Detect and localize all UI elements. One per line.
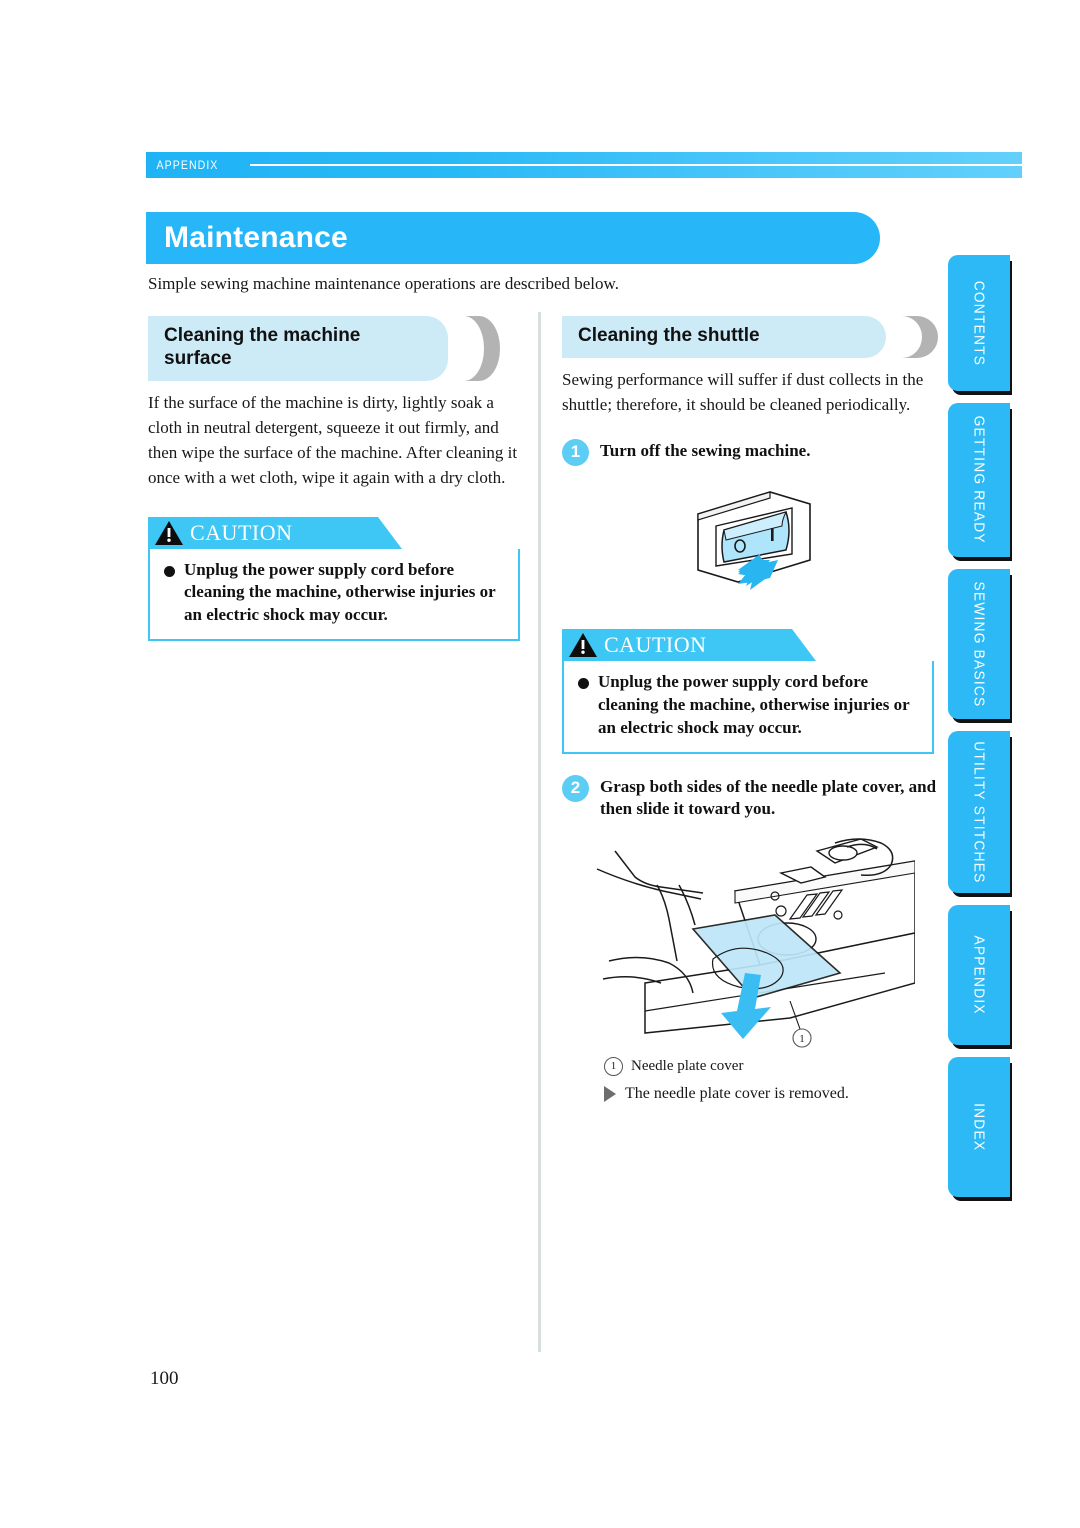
caution-box-right: CAUTION Unplug the power supply cord bef… bbox=[562, 628, 934, 754]
step-number: 1 bbox=[562, 438, 589, 466]
step-text: Turn off the sewing machine. bbox=[600, 440, 811, 460]
page-number: 100 bbox=[150, 1368, 179, 1389]
warning-triangle-icon bbox=[154, 520, 184, 546]
triangle-bullet-icon bbox=[604, 1085, 616, 1102]
side-tab-getting-ready[interactable]: GETTING READY bbox=[948, 403, 1010, 557]
svg-text:1: 1 bbox=[799, 1033, 805, 1045]
caution-header: CAUTION bbox=[148, 516, 402, 549]
caution-label: CAUTION bbox=[604, 631, 707, 657]
result-text: The needle plate cover is removed. bbox=[625, 1084, 849, 1102]
side-tab-label: APPENDIX bbox=[970, 935, 988, 1015]
caution-box-left: CAUTION Unplug the power supply cord bef… bbox=[148, 516, 520, 642]
side-tab-appendix[interactable]: APPENDIX bbox=[948, 905, 1010, 1045]
step-1: 1 Turn off the sewing machine. bbox=[562, 438, 938, 466]
header-rule bbox=[250, 164, 1022, 166]
left-body-text: If the surface of the machine is dirty, … bbox=[148, 392, 518, 487]
figure-callout: 1 Needle plate cover bbox=[562, 1056, 938, 1076]
caution-item: Unplug the power supply cord before clea… bbox=[162, 559, 506, 628]
power-switch-illustration bbox=[562, 478, 938, 603]
section-title: Cleaning the shuttle bbox=[578, 325, 760, 346]
section-header-bar: Cleaning the shuttle bbox=[562, 316, 886, 358]
caution-item: Unplug the power supply cord before clea… bbox=[576, 671, 920, 740]
right-body-text: Sewing performance will suffer if dust c… bbox=[562, 369, 924, 414]
left-column: Cleaning the machine surface If the surf… bbox=[148, 316, 526, 642]
page-title-bar: Maintenance bbox=[146, 212, 880, 264]
caution-label: CAUTION bbox=[190, 519, 293, 545]
side-tab-sewing-basics[interactable]: SEWING BASICS bbox=[948, 569, 1010, 719]
chapter-name: APPENDIX bbox=[156, 158, 219, 172]
step-number: 2 bbox=[562, 774, 589, 802]
section-crescent-white-icon bbox=[882, 316, 922, 358]
column-divider bbox=[538, 312, 541, 1352]
running-header: APPENDIX bbox=[146, 152, 1022, 178]
bullet-icon bbox=[164, 565, 175, 577]
warning-triangle-icon bbox=[568, 632, 598, 658]
right-column: Cleaning the shuttle Sewing performance … bbox=[562, 316, 938, 1103]
section-title: Cleaning the machine surface bbox=[164, 325, 361, 369]
caution-body: Unplug the power supply cord before clea… bbox=[148, 548, 520, 642]
callout-number: 1 bbox=[604, 1056, 623, 1076]
caution-item-text: Unplug the power supply cord before clea… bbox=[184, 559, 496, 625]
side-tab-label: GETTING READY bbox=[970, 415, 988, 545]
side-tab-label: UTILITY STITCHES bbox=[970, 740, 988, 884]
side-tab-utility-stitches[interactable]: UTILITY STITCHES bbox=[948, 731, 1010, 893]
section-header-cleaning-machine-surface: Cleaning the machine surface bbox=[148, 316, 526, 381]
side-tab-index[interactable]: INDEX bbox=[948, 1057, 1010, 1197]
caution-item-text: Unplug the power supply cord before clea… bbox=[598, 671, 910, 737]
needle-plate-cover-illustration: 1 bbox=[562, 833, 938, 1053]
section-header-bar: Cleaning the machine surface bbox=[148, 316, 448, 381]
caution-header: CAUTION bbox=[562, 628, 816, 661]
side-tab-label: INDEX bbox=[970, 1102, 988, 1152]
callout-label: Needle plate cover bbox=[631, 1057, 744, 1074]
side-tab-label: CONTENTS bbox=[970, 280, 988, 366]
intro-paragraph: Simple sewing machine maintenance operat… bbox=[148, 274, 619, 293]
page-title-banner: Maintenance bbox=[146, 212, 936, 316]
step-2: 2 Grasp both sides of the needle plate c… bbox=[562, 774, 938, 821]
side-tab-contents[interactable]: CONTENTS bbox=[948, 255, 1010, 391]
section-crescent-white-icon bbox=[444, 316, 484, 381]
page-title: Maintenance bbox=[164, 221, 348, 254]
bullet-icon bbox=[578, 677, 589, 689]
result-note: The needle plate cover is removed. bbox=[562, 1085, 938, 1103]
side-tab-label: SEWING BASICS bbox=[970, 581, 988, 707]
side-tab-navigation: CONTENTS GETTING READY SEWING BASICS UTI… bbox=[948, 255, 1010, 1209]
section-header-cleaning-shuttle: Cleaning the shuttle bbox=[562, 316, 938, 358]
step-text: Grasp both sides of the needle plate cov… bbox=[600, 776, 937, 819]
caution-body: Unplug the power supply cord before clea… bbox=[562, 660, 934, 754]
